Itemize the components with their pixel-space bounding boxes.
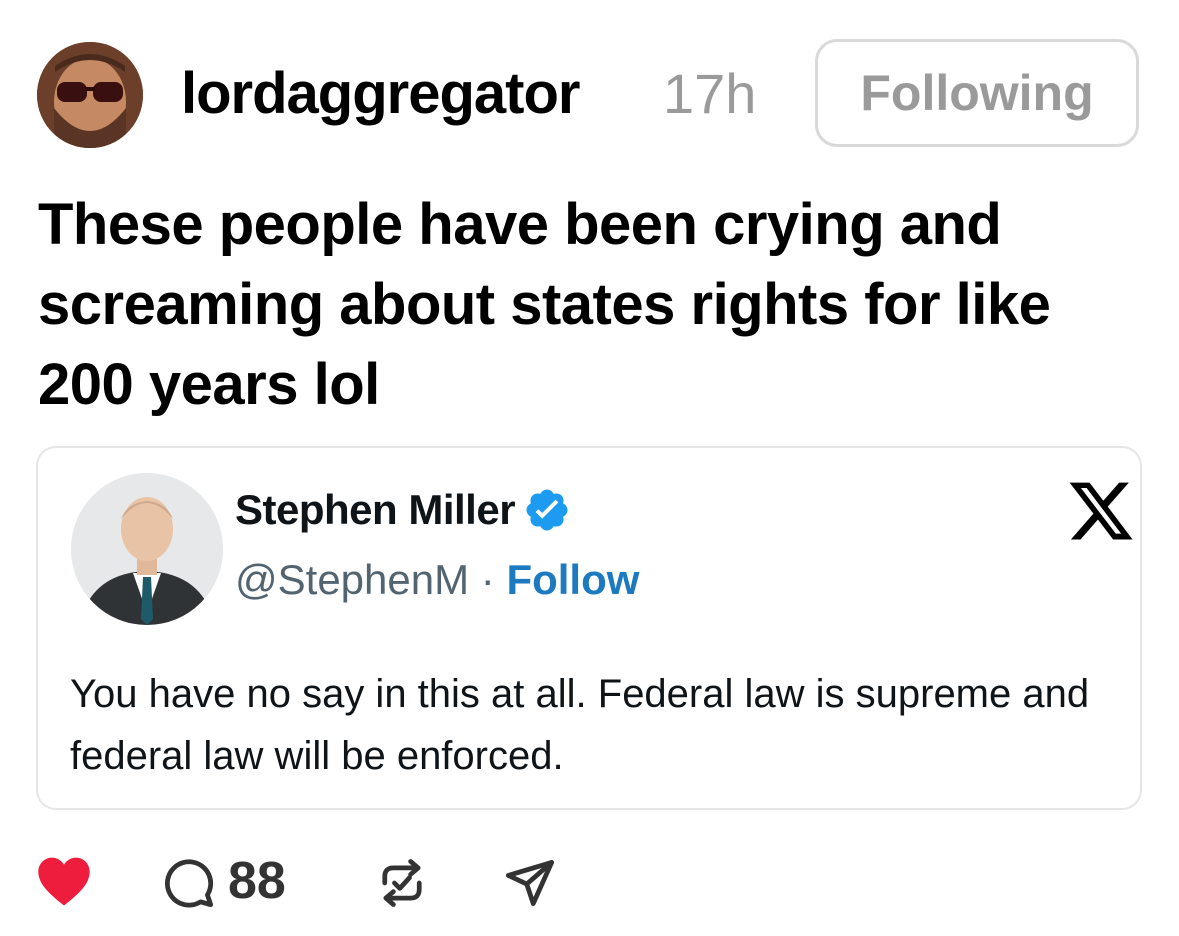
embed-author-avatar[interactable] <box>71 473 223 625</box>
following-button[interactable]: Following <box>815 39 1139 147</box>
handle-separator: · <box>480 556 507 603</box>
verified-badge-icon <box>526 489 568 531</box>
post-timestamp: 17h <box>663 62 757 125</box>
author-username[interactable]: lordaggregator <box>181 58 580 130</box>
embed-follow-link[interactable]: Follow <box>506 556 639 603</box>
heart-icon[interactable] <box>36 855 92 907</box>
post-text: These people have been crying and scream… <box>38 192 1051 417</box>
embed-handle[interactable]: @StephenM <box>235 556 469 603</box>
x-logo-icon[interactable] <box>1066 476 1136 546</box>
comment-icon[interactable] <box>163 857 215 909</box>
embedded-post-card[interactable]: Stephen Miller @StephenM · Follow You ha… <box>36 446 1142 810</box>
repost-icon[interactable] <box>376 855 428 911</box>
comment-count: 88 <box>228 852 286 910</box>
embed-display-name[interactable]: Stephen Miller <box>235 486 516 534</box>
embed-post-text: You have no say in this at all. Federal … <box>70 672 1090 778</box>
send-icon[interactable] <box>504 857 556 909</box>
author-avatar[interactable] <box>37 42 143 148</box>
